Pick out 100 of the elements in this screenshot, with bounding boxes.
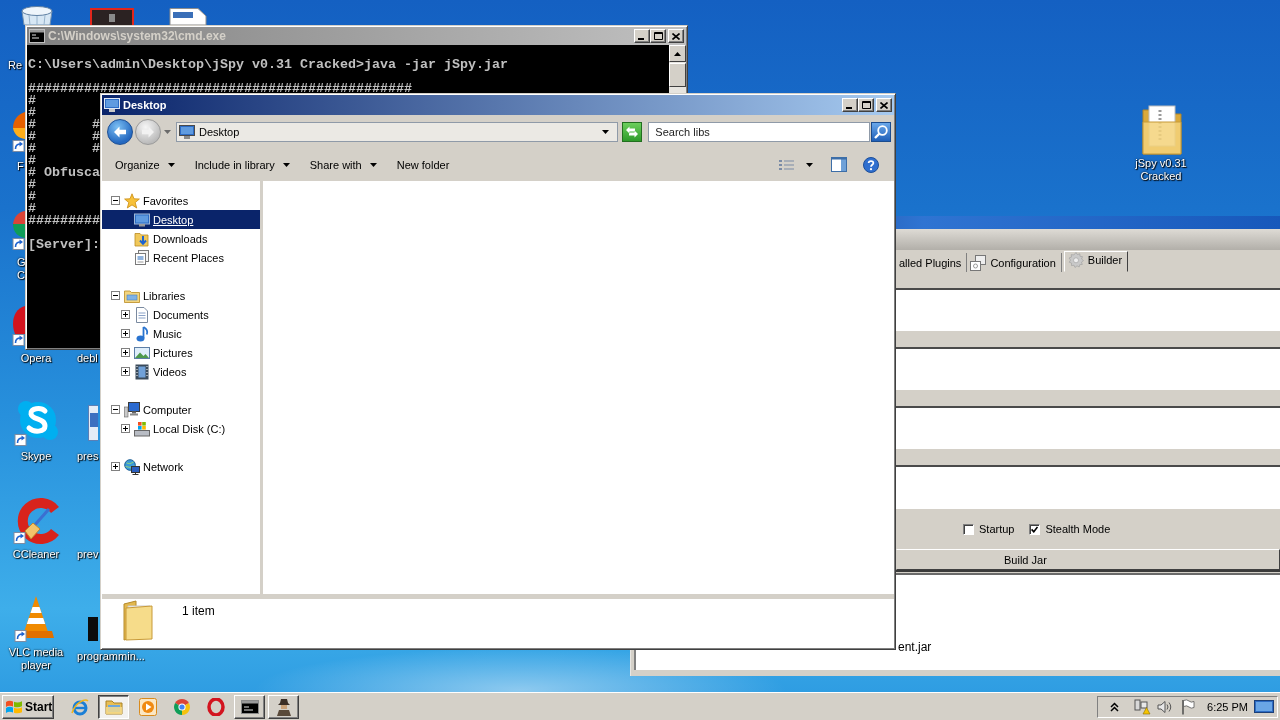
shortcut-label[interactable]: debl [77,352,98,365]
collapse-toggle-icon[interactable] [111,405,120,414]
shortcut-label[interactable]: Opera [20,352,52,365]
console-line: # [28,105,36,120]
close-button[interactable] [876,98,892,112]
close-icon [880,101,888,109]
folder-icon [104,697,123,716]
chevron-up-icon[interactable] [1110,701,1120,712]
search-field[interactable]: Search libs [648,121,870,142]
folder-icon[interactable] [1140,102,1184,156]
shortcut-label[interactable]: F [17,160,24,173]
library-folder-icon [124,287,140,304]
shortcut-icon[interactable] [12,112,25,152]
expand-toggle-icon[interactable] [111,462,120,471]
taskbar-button[interactable] [98,694,129,719]
window-title: Desktop [123,99,167,111]
text-field[interactable] [896,288,1280,331]
tree-item[interactable]: Videos [102,362,260,381]
monitor-icon [179,124,195,139]
expand-toggle-icon[interactable] [121,348,130,357]
collapse-toggle-icon[interactable] [111,291,120,300]
stacked-windows-icon [970,254,987,271]
toolbar-button[interactable]: Organize [107,152,183,177]
tree-item[interactable]: Network [102,457,260,476]
help-icon [863,156,879,173]
console-line: # [28,93,36,108]
maximize-icon [861,101,871,109]
tab[interactable]: Builder [1063,251,1129,272]
shortcut-icon[interactable] [12,210,25,250]
refresh-button[interactable] [622,121,643,142]
shortcut-icon[interactable] [12,306,25,346]
network-warning-icon[interactable] [1133,698,1152,715]
checkbox-label[interactable]: Startup [979,523,1015,535]
scroll-thumb[interactable] [669,63,686,87]
expand-toggle-icon[interactable] [121,310,130,319]
hard-drive-icon [134,420,150,437]
text-field[interactable] [896,406,1280,449]
app-tile-icon[interactable] [90,8,134,25]
document-icon[interactable] [88,405,98,441]
console-line: # [28,153,36,168]
text-field[interactable] [896,347,1280,390]
tree-item[interactable]: Favorites [102,191,260,210]
tree-item[interactable]: Music [102,324,260,343]
minimize-button[interactable] [842,98,858,112]
console-line: # [28,189,36,204]
search-button[interactable] [871,121,891,142]
up-arrow-icon [674,51,681,56]
address-field[interactable]: Desktop [176,121,619,142]
collapse-toggle-icon[interactable] [111,196,120,205]
text-field[interactable] [896,465,1280,508]
brush-c-icon[interactable] [13,497,61,545]
build-button[interactable]: Build Jar [896,549,1280,570]
document-stack-icon [134,249,150,266]
play-icon [138,697,157,716]
expand-toggle-icon[interactable] [121,424,130,433]
tree-item[interactable]: Recent Places [102,248,260,267]
network-globe-icon [124,458,140,475]
music-note-icon [134,325,150,342]
cloud-s-icon[interactable] [14,400,58,446]
checkbox-label[interactable]: Stealth Mode [1045,523,1111,535]
show-desktop-icon[interactable] [1254,698,1274,715]
item-count: 1 item [182,604,215,618]
speaker-icon[interactable] [1157,699,1174,714]
toolbar-button[interactable]: Include in library [186,152,298,177]
document-icon[interactable] [166,8,210,25]
expand-toggle-icon[interactable] [121,367,130,376]
caret-icon [167,162,175,167]
scroll-up-button[interactable] [669,45,686,62]
toolbar-button[interactable]: New folder [388,152,458,177]
tree-item[interactable]: Documents [102,305,260,324]
caret-icon [369,162,377,167]
expand-toggle-icon[interactable] [121,329,130,338]
checkbox[interactable] [1029,523,1041,535]
start-button[interactable]: Start [2,694,54,719]
tricolor-circle-icon [172,697,191,716]
shortcut-label[interactable]: G C [17,256,26,282]
maximize-button[interactable] [858,98,874,112]
flag-icon[interactable] [1181,698,1196,715]
tree-item[interactable]: Pictures [102,343,260,362]
right-arrow-icon [141,125,155,138]
tree-item[interactable]: Downloads [102,229,260,248]
tree-item[interactable]: Computer [102,400,260,419]
caret-icon [282,162,290,167]
console-line: # [28,201,36,216]
caret-icon[interactable] [602,129,610,134]
split-pane-icon [831,157,847,172]
trash-bin-icon[interactable] [18,4,56,25]
checkmark-icon [1031,525,1039,533]
tree-item[interactable]: Desktop [102,210,260,229]
toolbar-button[interactable]: Share with [301,152,385,177]
back-button[interactable] [107,118,133,145]
shortcut-label[interactable]: jSpy v0.31 Cracked [1120,157,1202,183]
console-line: # # [28,141,100,156]
tab[interactable]: Configuration [967,253,1062,272]
checkbox[interactable] [963,523,974,535]
clock[interactable]: 6:25 PM [1207,700,1248,713]
tree-item[interactable]: Libraries [102,286,260,305]
tree-item[interactable]: Local Disk (C:) [102,419,260,438]
console-icon [29,29,45,43]
shortcut-label[interactable]: Re [8,59,23,72]
